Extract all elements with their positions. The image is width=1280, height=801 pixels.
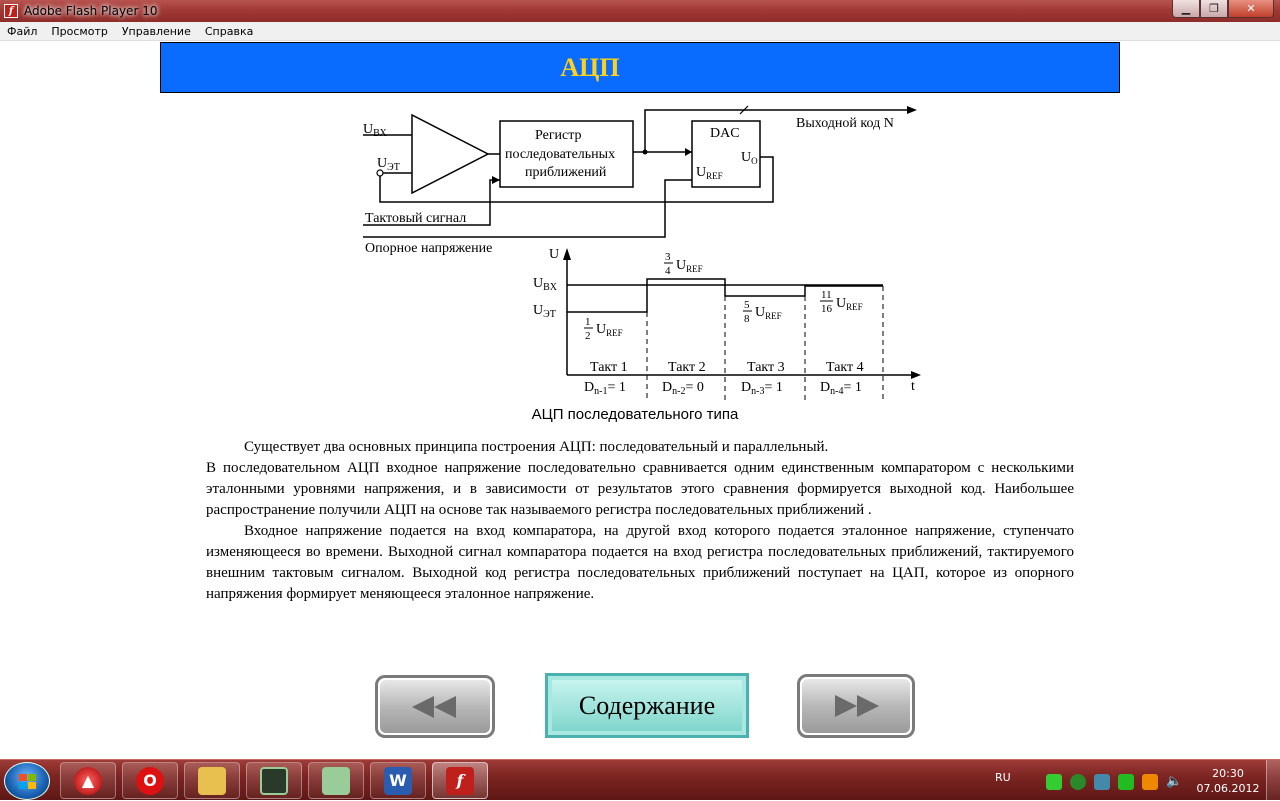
- menu-control[interactable]: Управление: [115, 25, 198, 38]
- dac-uo-label: UO: [741, 150, 758, 166]
- volume-icon[interactable]: 🔈: [1166, 774, 1182, 790]
- paragraph-1: Существует два основных принципа построе…: [244, 439, 829, 455]
- taskbar-antivirus[interactable]: ▲: [60, 762, 116, 799]
- step1-uref: UREF: [596, 322, 623, 338]
- clock-time: 20:30: [1212, 767, 1244, 780]
- minimize-icon: ▁: [1181, 2, 1191, 15]
- step2-uref: UREF: [676, 258, 703, 274]
- menu-file[interactable]: Файл: [0, 25, 44, 38]
- opera-icon: O: [136, 766, 164, 795]
- contents-button-label: Содержание: [552, 680, 742, 731]
- step4-uref: UREF: [836, 296, 863, 312]
- antivirus-icon: ▲: [74, 766, 102, 795]
- tray-utorrent-icon[interactable]: [1070, 774, 1086, 790]
- page-title: АЦП: [560, 52, 620, 82]
- fast-forward-icon: [835, 695, 879, 717]
- word-icon: W: [384, 766, 412, 795]
- close-icon: ✕: [1246, 2, 1256, 15]
- tact-1-label: Такт 1: [590, 360, 628, 375]
- step4-num: 11: [821, 289, 832, 301]
- u-et-label: UЭТ: [533, 303, 556, 320]
- clock-date: 07.06.2012: [1196, 782, 1260, 795]
- header-banner: АЦП: [160, 42, 1120, 93]
- tray-app-icon[interactable]: [1094, 774, 1110, 790]
- flash-player-icon: f: [446, 766, 474, 795]
- u-bx-label: UBX: [533, 276, 558, 293]
- tact-2-label: Такт 2: [668, 360, 706, 375]
- clock-signal-label: Тактовый сигнал: [365, 211, 466, 226]
- tray-network-icon[interactable]: [1046, 774, 1062, 790]
- step2-den: 4: [665, 265, 671, 277]
- close-button[interactable]: ✕: [1228, 0, 1274, 18]
- u-ref-in-label: UЭТ: [377, 156, 400, 173]
- next-button[interactable]: [797, 674, 915, 738]
- step3-uref: UREF: [755, 305, 782, 321]
- output-code-label: Выходной код N: [796, 116, 894, 131]
- tool-icon: [322, 766, 350, 795]
- adc-diagram: UВХ UЭТ Регистр последовательных приближ…: [363, 105, 921, 400]
- step4-den: 16: [821, 303, 833, 315]
- register-label-1: Регистр: [535, 128, 582, 143]
- clock[interactable]: 20:30 07.06.2012: [1196, 766, 1260, 796]
- y-axis-label: U: [549, 247, 559, 262]
- menu-bar: Файл Просмотр Управление Справка: [0, 22, 1280, 41]
- start-button[interactable]: [4, 762, 50, 800]
- tray-pause-icon[interactable]: [1142, 774, 1158, 790]
- bit-1-label: Dn-1= 1: [584, 380, 626, 397]
- bit-4-label: Dn-4= 1: [820, 380, 862, 397]
- paragraph-2: В последовательном АЦП входное напряжени…: [206, 460, 1074, 518]
- rewind-icon: [412, 695, 456, 718]
- explorer-icon: [198, 766, 226, 795]
- taskbar: ▲ O W f RU 🔈 20:30 07.06.2012: [0, 759, 1280, 801]
- tray-mail-icon[interactable]: [1118, 774, 1134, 790]
- u-in-label: UВХ: [363, 122, 388, 139]
- body-text: Существует два основных принципа построе…: [206, 437, 1074, 605]
- paragraph-3: Входное напряжение подается на вход комп…: [206, 523, 1074, 602]
- taskbar-flash-player[interactable]: f: [432, 762, 488, 799]
- register-label-3: приближений: [525, 165, 607, 180]
- window-title: Adobe Flash Player 10: [24, 4, 158, 18]
- task-manager-icon: [260, 766, 288, 795]
- show-desktop-button[interactable]: [1266, 760, 1280, 801]
- taskbar-opera[interactable]: O: [122, 762, 178, 799]
- menu-help[interactable]: Справка: [198, 25, 260, 38]
- tact-3-label: Такт 3: [747, 360, 785, 375]
- bit-2-label: Dn-2= 0: [662, 380, 704, 397]
- reference-voltage-label: Опорное напряжение: [365, 241, 492, 256]
- maximize-icon: ❐: [1209, 2, 1219, 15]
- windows-logo-icon: [19, 774, 37, 790]
- dac-uref-label: UREF: [696, 165, 723, 181]
- bit-3-label: Dn-3= 1: [741, 380, 783, 397]
- step3-num: 5: [744, 299, 750, 311]
- step1-num: 1: [585, 316, 591, 328]
- contents-button[interactable]: Содержание: [545, 673, 749, 738]
- language-indicator[interactable]: RU: [995, 771, 1011, 784]
- step2-num: 3: [665, 251, 671, 263]
- minimize-button[interactable]: ▁: [1172, 0, 1200, 18]
- title-bar: f Adobe Flash Player 10 ▁ ❐ ✕: [0, 0, 1280, 22]
- taskbar-explorer[interactable]: [184, 762, 240, 799]
- step3-den: 8: [744, 313, 750, 325]
- taskbar-task-manager[interactable]: [246, 762, 302, 799]
- tact-4-label: Такт 4: [826, 360, 864, 375]
- x-axis-label: t: [911, 379, 915, 394]
- maximize-button[interactable]: ❐: [1200, 0, 1228, 18]
- dac-label: DAC: [710, 126, 740, 141]
- taskbar-tool[interactable]: [308, 762, 364, 799]
- register-label-2: последовательных: [505, 147, 615, 162]
- flash-icon: f: [4, 4, 18, 18]
- menu-view[interactable]: Просмотр: [44, 25, 114, 38]
- taskbar-word[interactable]: W: [370, 762, 426, 799]
- diagram-caption: АЦП последовательного типа: [531, 406, 739, 423]
- step1-den: 2: [585, 330, 591, 342]
- previous-button[interactable]: [375, 675, 495, 738]
- comparator-shape: [411, 113, 490, 195]
